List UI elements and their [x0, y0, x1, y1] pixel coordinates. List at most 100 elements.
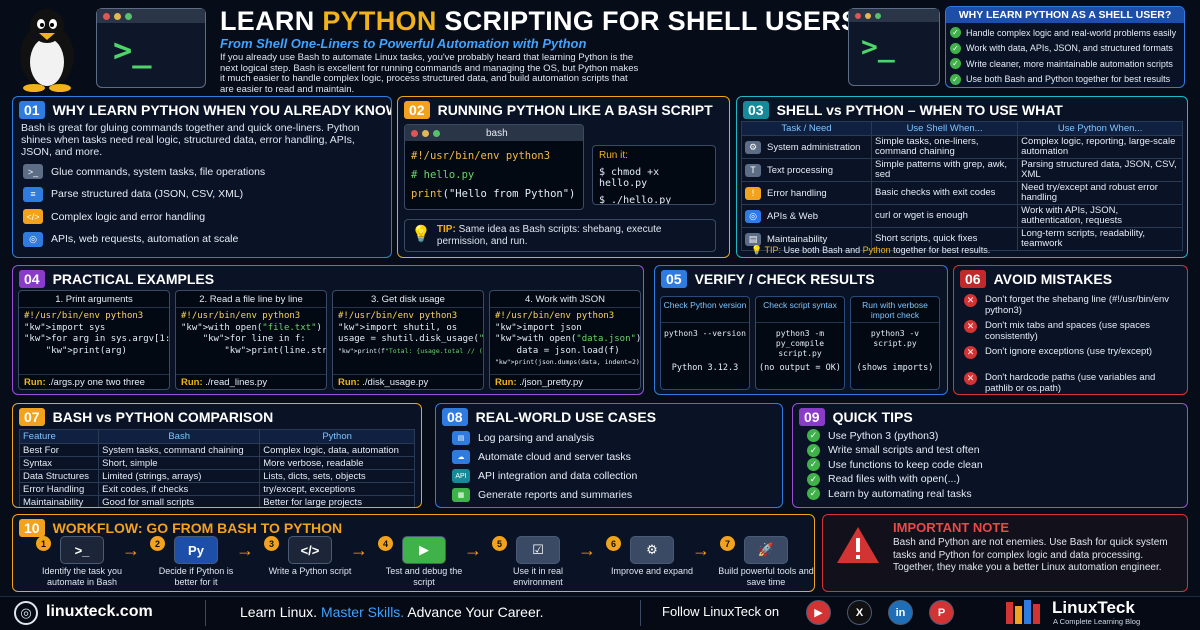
- table-row: Data Structures Limited (strings, arrays)…: [18, 469, 415, 483]
- code-tab-label: bash: [486, 127, 508, 139]
- workflow-step-number: 7: [720, 536, 735, 551]
- verify-block: Check script syntax python3 -m py_compile…: [755, 296, 845, 390]
- hello-code-block: bash #!/usr/bin/env python3 # hello.py p…: [404, 124, 584, 210]
- bash-vs-python-table: Feature Bash Python Best For System tasks, c…: [18, 429, 415, 507]
- globe-icon: ◎: [14, 601, 38, 625]
- mistake-item: ✕ Don't mix tabs and spaces (use spaces c…: [964, 320, 1182, 342]
- section-07-title: BASH vs PYTHON COMPARISON: [52, 409, 274, 425]
- check-icon: ✓: [807, 443, 820, 457]
- task-icon: ▤: [745, 232, 761, 246]
- workflow-step-icon: </>: [288, 536, 332, 564]
- table-row: ! Error handling Basic checks with exit co…: [741, 181, 1183, 205]
- s01-item-icon: ◎: [23, 231, 43, 247]
- why-learn-box: WHY LEARN PYTHON AS A SHELL USER? ✓ Handl…: [945, 6, 1185, 88]
- workflow-step-label: Decide if Python is better for it: [158, 566, 234, 587]
- s01-item: ◎ APIs, web requests, automation at scale: [23, 231, 238, 247]
- social-icon-0[interactable]: ▶: [806, 600, 831, 625]
- table-row: ◎ APIs & Web curl or wget is enough Work wi…: [741, 204, 1183, 228]
- arrow-right-icon: →: [464, 540, 482, 560]
- lightbulb-icon: 💡: [411, 226, 431, 243]
- tip-item: ✓ Read files with with open(...): [807, 472, 960, 486]
- x-icon: ✕: [964, 372, 977, 385]
- books-icon: [1006, 600, 1044, 624]
- section-08: 08 REAL-WORLD USE CASES ▤ Log parsing and …: [435, 403, 783, 508]
- why-item: ✓ Use both Bash and Python together for b…: [950, 72, 1180, 88]
- arrow-right-icon: →: [236, 540, 254, 560]
- x-icon: ✕: [964, 320, 977, 333]
- social-icon-3[interactable]: P: [929, 600, 954, 625]
- section-01-title: WHY LEARN PYTHON WHEN YOU ALREADY KNOW B…: [52, 102, 391, 118]
- tip-item: ✓ Use Python 3 (python3): [807, 429, 938, 442]
- section-03-title: SHELL vs PYTHON – WHEN TO USE WHAT: [776, 102, 1063, 118]
- workflow-step-icon: >_: [60, 536, 104, 564]
- warning-icon: [835, 525, 881, 570]
- s01-item: ≡ Parse structured data (JSON, CSV, XML): [23, 186, 243, 202]
- section-01-body: Bash is great for gluing commands togeth…: [21, 122, 360, 158]
- tip-box: 💡 TIP: Same idea as Bash scripts: sheban…: [404, 219, 716, 252]
- arrow-right-icon: →: [350, 540, 368, 560]
- terminal-icon-2: >_: [848, 8, 940, 86]
- arrow-right-icon: →: [122, 540, 140, 560]
- use-case-item: ▦ Generate reports and summaries: [452, 488, 632, 502]
- mistake-item: ✕ Don't ignore exceptions (use try/except…: [964, 346, 1182, 359]
- section-04: 04 PRACTICAL EXAMPLES 1. Print arguments #…: [12, 265, 644, 395]
- social-icon-2[interactable]: in: [888, 600, 913, 625]
- section-06: 06 AVOID MISTAKES ✕ Don't forget the sheba…: [953, 265, 1188, 395]
- section-03: 03 SHELL vs PYTHON – WHEN TO USE WHAT Tas…: [736, 96, 1188, 258]
- section-06-title: AVOID MISTAKES: [993, 271, 1113, 287]
- check-icon: ✓: [950, 73, 961, 85]
- section-01: 01WHY LEARN PYTHON WHEN YOU ALREADY KNOW…: [12, 96, 392, 258]
- section-04-title: PRACTICAL EXAMPLES: [52, 271, 215, 287]
- check-icon: ✓: [807, 429, 820, 442]
- check-icon: ✓: [950, 27, 961, 39]
- x-icon: ✕: [964, 294, 977, 307]
- arrow-right-icon: →: [692, 540, 710, 560]
- check-icon: ✓: [807, 487, 820, 500]
- workflow-step-icon: ☑: [516, 536, 560, 564]
- workflow-step-label: Write a Python script: [268, 566, 352, 576]
- why-item: ✓ Handle complex logic and real-world pro…: [950, 25, 1180, 41]
- verify-block: Run with verbose import check python3 -v …: [850, 296, 940, 390]
- footer-site-link[interactable]: linuxteck.com: [46, 603, 153, 621]
- workflow-step-label: Use it in real environment: [512, 566, 564, 587]
- mistake-item: ✕ Don't hardcode paths (use variables and…: [964, 372, 1182, 394]
- section-05-title: VERIFY / CHECK RESULTS: [694, 271, 875, 287]
- brand-name: LinuxTeck: [1052, 598, 1135, 617]
- workflow-step-number: 3: [264, 536, 279, 551]
- why-item: ✓ Work with data, APIs, JSON, and structu…: [950, 41, 1180, 57]
- task-icon: ◎: [745, 209, 761, 223]
- workflow-step-number: 1: [36, 536, 51, 551]
- use-case-icon: ▦: [452, 488, 470, 502]
- workflow-step-label: Test and debug the script: [385, 566, 463, 587]
- page-subtitle: From Shell One-Liners to Powerful Automa…: [220, 36, 587, 51]
- terminal-icon: >_: [96, 8, 206, 88]
- s01-item-icon: ≡: [23, 186, 43, 202]
- s03-tip: 💡 TIP: Use both Bash and Python together…: [751, 245, 991, 255]
- workflow-step-icon: ⚙: [630, 536, 674, 564]
- note-title: IMPORTANT NOTE: [893, 520, 1010, 535]
- table-row: Best For System tasks, command chaining Co…: [18, 443, 415, 457]
- workflow-step-icon: Py: [174, 536, 218, 564]
- check-icon: ✓: [950, 58, 961, 70]
- use-case-item: API API integration and data collection: [452, 469, 637, 483]
- workflow-step-icon: 🚀: [744, 536, 788, 564]
- use-case-icon: API: [452, 469, 470, 483]
- use-case-item: ▤ Log parsing and analysis: [452, 431, 594, 445]
- terminal-prompt: >_: [113, 31, 152, 69]
- footer-follow: Follow LinuxTeck on: [662, 604, 780, 619]
- workflow-step-label: Build powerful tools and save time: [718, 566, 814, 587]
- intro-text: If you already use Bash to automate Linu…: [220, 53, 639, 95]
- social-icon-1[interactable]: X: [847, 600, 872, 625]
- shell-vs-python-table: Task / Need Use Shell When... Use Python W…: [741, 121, 1183, 251]
- use-case-icon: ▤: [452, 431, 470, 445]
- section-09: 09 QUICK TIPS ✓ Use Python 3 (python3) ✓ Wri…: [792, 403, 1188, 508]
- use-case-item: ☁ Automate cloud and server tasks: [452, 450, 631, 464]
- workflow-step-label: Improve and expand: [610, 566, 694, 576]
- arrow-right-icon: →: [578, 540, 596, 560]
- example-code-block: 1. Print arguments #!/usr/bin/env python3…: [18, 290, 170, 390]
- s01-item-icon: </>: [23, 209, 43, 224]
- check-icon: ✓: [807, 472, 820, 486]
- why-item: ✓ Write cleaner, more maintainable automa…: [950, 56, 1180, 72]
- section-10-title: WORKFLOW: GO FROM BASH TO PYTHON: [52, 520, 343, 536]
- check-icon: ✓: [950, 42, 961, 54]
